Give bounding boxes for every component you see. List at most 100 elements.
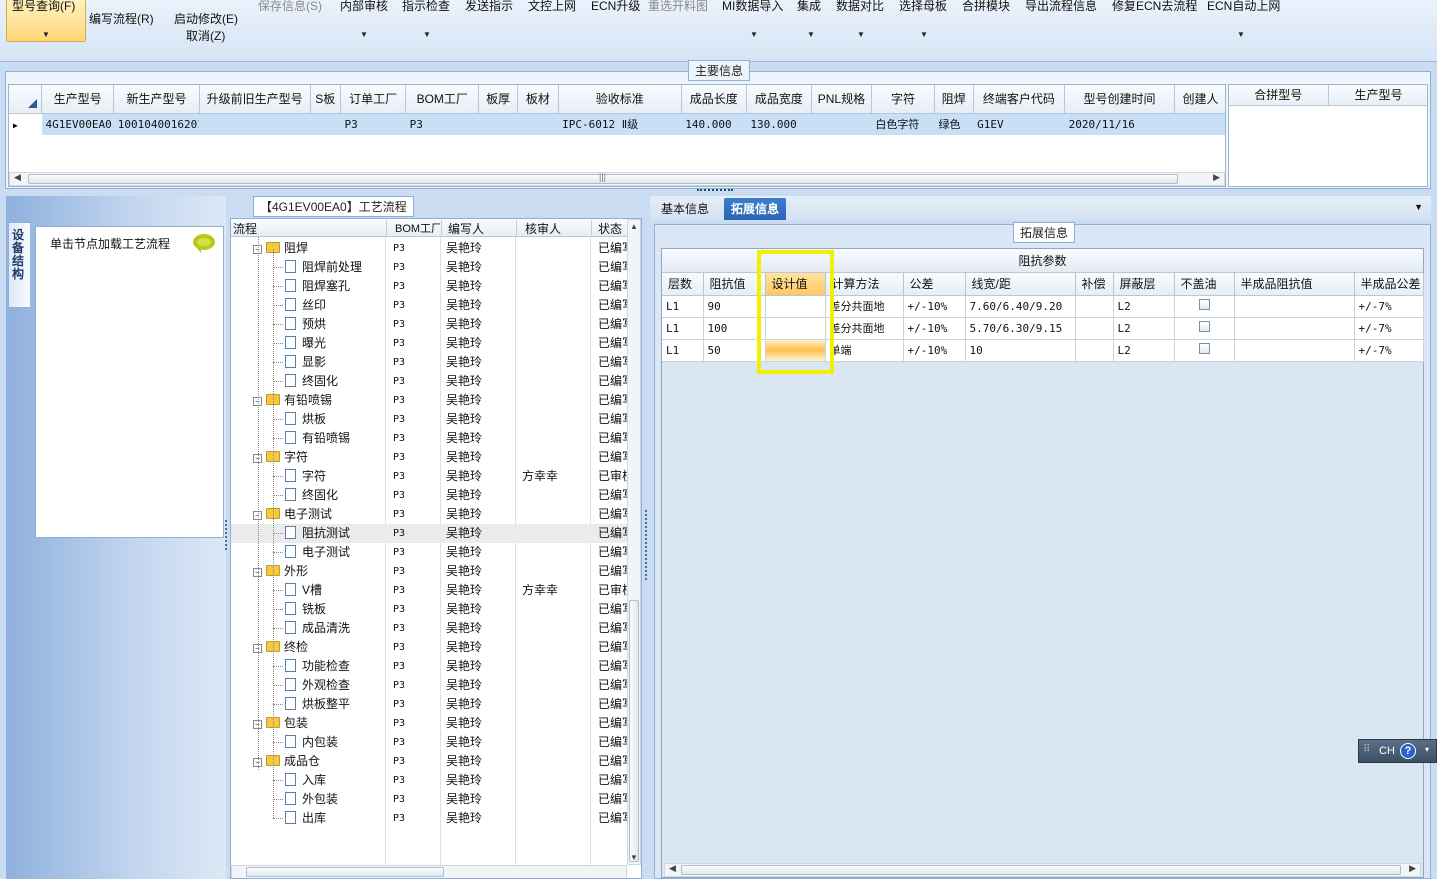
table-cell[interactable]: 10010400162019 xyxy=(113,113,200,135)
write-flow-button[interactable]: 编写流程(R) xyxy=(89,10,154,27)
tree-node[interactable]: 终固化 P3 吴艳玲 已编写 xyxy=(231,372,628,391)
tree-node[interactable]: 有铅喷锡 P3 吴艳玲 已编写 xyxy=(231,429,628,448)
select-mother-board-button[interactable]: 选择母板 xyxy=(899,0,947,14)
table-cell[interactable]: +/-7% xyxy=(1354,317,1424,340)
table-cell[interactable]: 白色字符 xyxy=(871,113,935,135)
table-cell[interactable] xyxy=(1075,317,1114,340)
merge-module-button[interactable]: 合拼模块 xyxy=(962,0,1010,14)
table-row[interactable]: L1 50 单端 +/-10% 10 L2 +/-7% xyxy=(662,339,1424,362)
tree-node[interactable]: −外形P3吴艳玲已编写 xyxy=(231,562,628,581)
start-modify-button[interactable]: 启动修改(E) xyxy=(174,10,238,27)
table-cell[interactable]: 差分共面地 xyxy=(825,295,904,318)
scroll-thumb[interactable] xyxy=(629,600,639,862)
tree-node[interactable]: 预烘 P3 吴艳玲 已编写 xyxy=(231,315,628,334)
table-cell[interactable] xyxy=(517,113,559,135)
main-col-header[interactable]: 终端客户代码 xyxy=(973,85,1066,114)
tab-basic-info[interactable]: 基本信息 xyxy=(654,198,716,220)
table-cell[interactable] xyxy=(1174,113,1225,135)
export-flow-info-button[interactable]: 导出流程信息 xyxy=(1025,0,1097,14)
table-cell[interactable]: 5.70/6.30/9.15 xyxy=(965,317,1076,340)
table-cell[interactable]: L2 xyxy=(1113,295,1175,318)
table-row[interactable]: L1 90 差分共面地 +/-10% 7.60/6.40/9.20 L2 +/-7% xyxy=(662,295,1424,318)
table-cell[interactable]: +/-7% xyxy=(1354,295,1424,318)
table-cell[interactable] xyxy=(1234,295,1355,318)
tree-node[interactable]: −有铅喷锡P3吴艳玲已编写 xyxy=(231,391,628,410)
tree-node[interactable]: 显影 P3 吴艳玲 已编写 xyxy=(231,353,628,372)
chevron-down-icon[interactable]: ▼ xyxy=(750,30,758,39)
table-cell[interactable]: +/-10% xyxy=(903,339,966,362)
main-col-header[interactable]: 板厚 xyxy=(478,85,518,114)
impedance-col-header[interactable]: 线宽/距 xyxy=(965,273,1076,296)
tree-node[interactable]: −字符P3吴艳玲已编写 xyxy=(231,448,628,467)
tree-vscroll[interactable]: ▲ ▼ xyxy=(627,219,641,865)
process-flow-tree[interactable]: 流程 BOM工厂 编写人 核审人 状态 −阻焊P3吴艳玲已编写阻焊前处理P3吴艳… xyxy=(230,218,642,879)
no-cover-oil-checkbox[interactable] xyxy=(1174,317,1235,340)
impedance-hscroll[interactable]: ◀ ▶ xyxy=(664,863,1421,877)
tree-node[interactable]: −包装P3吴艳玲已编写 xyxy=(231,714,628,733)
tree-node[interactable]: 终固化 P3 吴艳玲 已编写 xyxy=(231,486,628,505)
impedance-col-header[interactable]: 补偿 xyxy=(1075,273,1114,296)
chevron-down-icon[interactable]: ▼ xyxy=(857,30,865,39)
merge-production-model-header[interactable]: 生产型号 xyxy=(1328,85,1427,106)
chevron-down-icon[interactable]: ▼ xyxy=(920,30,928,39)
table-cell[interactable] xyxy=(1234,339,1355,362)
impedance-col-header[interactable]: 不盖油 xyxy=(1174,273,1235,296)
tree-node[interactable]: −成品仓P3吴艳玲已编写 xyxy=(231,752,628,771)
horizontal-splitter[interactable] xyxy=(697,189,733,193)
tree-node[interactable]: 烘板整平 P3 吴艳玲 已编写 xyxy=(231,695,628,714)
chevron-down-icon[interactable]: ▼ xyxy=(1237,30,1245,39)
table-cell[interactable]: 2020/11/16 xyxy=(1064,113,1175,135)
main-col-header[interactable]: 生产型号 xyxy=(41,85,115,114)
tree-col-flow[interactable]: 流程 xyxy=(233,220,257,237)
tree-node[interactable]: −阻焊P3吴艳玲已编写 xyxy=(231,239,628,258)
table-cell[interactable] xyxy=(765,295,826,318)
tree-node[interactable]: 丝印 P3 吴艳玲 已编写 xyxy=(231,296,628,315)
tree-node[interactable]: V槽 P3 吴艳玲 方幸幸 已审核 xyxy=(231,581,628,600)
chevron-down-icon[interactable]: ▾ xyxy=(1425,745,1429,754)
table-cell[interactable] xyxy=(199,113,311,135)
internal-review-button[interactable]: 内部审核 xyxy=(340,0,388,14)
table-cell[interactable]: 7.60/6.40/9.20 xyxy=(965,295,1076,318)
send-instruction-button[interactable]: 发送指示 xyxy=(465,0,513,14)
main-col-header[interactable]: 订单工厂 xyxy=(340,85,407,114)
doc-control-online-button[interactable]: 文控上网 xyxy=(528,0,576,14)
table-cell[interactable]: P3 xyxy=(340,113,406,135)
table-cell[interactable]: +/-10% xyxy=(903,295,966,318)
main-info-grid[interactable]: 生产型号 新生产型号 升级前旧生产型号 S板 订单工厂 BOM工厂 板厚 板材 验收标准 成品长度… xyxy=(8,84,1226,187)
check-instruction-button[interactable]: 指示检查 xyxy=(402,0,450,14)
main-col-header[interactable]: 成品宽度 xyxy=(746,85,812,114)
scroll-thumb[interactable]: ||| xyxy=(28,172,1178,184)
query-model-button[interactable]: 型号查询(F) xyxy=(12,0,75,14)
tree-node[interactable]: 功能检查 P3 吴艳玲 已编写 xyxy=(231,657,628,676)
main-col-header[interactable]: 字符 xyxy=(871,85,935,114)
tree-node[interactable]: 入库 P3 吴艳玲 已编写 xyxy=(231,771,628,790)
impedance-grid[interactable]: 阻抗参数 层数 阻抗值 设计值 计算方法 公差 线宽/距 补偿 屏蔽层 不盖油 半成品阻抗值 半成品… xyxy=(661,248,1424,878)
no-cover-oil-checkbox[interactable] xyxy=(1174,295,1235,318)
table-cell[interactable]: 10 xyxy=(965,339,1076,362)
mi-data-import-button[interactable]: MI数据导入 xyxy=(722,0,783,14)
table-row[interactable]: ▶4G1EV00EA010010400162019 P3P3 IPC-6012 Ⅱ级… xyxy=(9,113,1225,135)
tree-node[interactable]: 铣板 P3 吴艳玲 已编写 xyxy=(231,600,628,619)
table-cell[interactable] xyxy=(1075,295,1114,318)
impedance-col-header[interactable]: 层数 xyxy=(662,273,704,296)
tree-node[interactable]: 阻焊前处理 P3 吴艳玲 已编写 xyxy=(231,258,628,277)
tree-node[interactable]: 外包装 P3 吴艳玲 已编写 xyxy=(231,790,628,809)
language-label[interactable]: CH xyxy=(1379,745,1395,757)
integration-button[interactable]: 集成 xyxy=(797,0,821,14)
table-cell[interactable]: L1 xyxy=(662,339,704,362)
scroll-thumb[interactable] xyxy=(246,867,444,877)
main-col-header[interactable]: PNL规格 xyxy=(811,85,872,114)
impedance-col-header[interactable]: 半成品阻抗值 xyxy=(1234,273,1355,296)
tree-hscroll[interactable] xyxy=(231,865,627,878)
table-cell[interactable]: G1EV xyxy=(973,113,1065,135)
merge-model-grid[interactable]: 合拼型号 生产型号 xyxy=(1228,84,1428,187)
tree-node[interactable]: −电子测试P3吴艳玲已编写 xyxy=(231,505,628,524)
tree-col-bom[interactable]: BOM工厂 xyxy=(386,220,440,236)
impedance-col-header[interactable]: 屏蔽层 xyxy=(1113,273,1175,296)
table-cell[interactable]: L1 xyxy=(662,295,704,318)
table-cell[interactable] xyxy=(811,113,872,135)
table-cell[interactable]: 差分共面地 xyxy=(825,317,904,340)
cancel-button[interactable]: 取消(Z) xyxy=(186,27,225,44)
chevron-down-icon[interactable]: ▼ xyxy=(360,30,368,39)
reselect-cutting-map-button[interactable]: 重选开料图 xyxy=(648,0,708,14)
